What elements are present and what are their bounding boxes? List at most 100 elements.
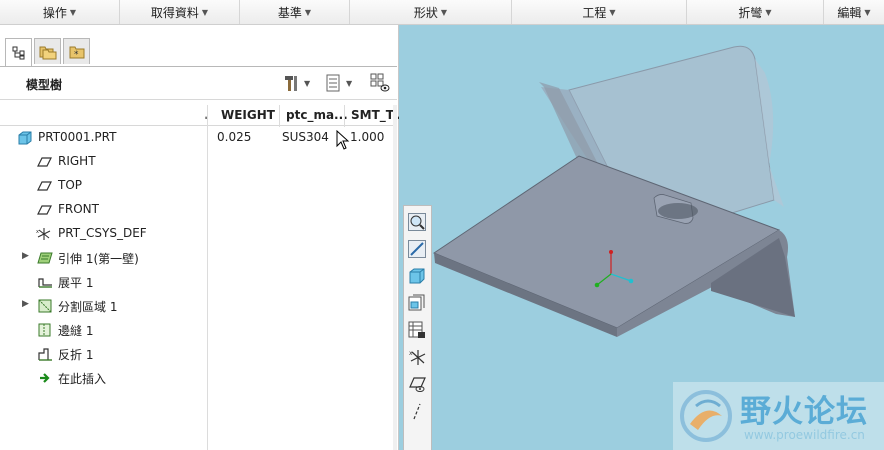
menu-datum[interactable]: 基準 ▼ [240, 0, 350, 24]
tree-item-top[interactable]: TOP [0, 174, 397, 198]
datum-display-icon: x [409, 349, 425, 365]
view-toolbar: x [403, 205, 432, 450]
menu-label: 取得資料 [150, 5, 199, 20]
svg-text:x: x [409, 350, 413, 357]
refit-icon [409, 268, 424, 283]
plane-display-button[interactable] [405, 372, 428, 395]
split-area-icon [38, 299, 52, 313]
tree-item-unbend[interactable]: 展平 1 [0, 270, 397, 294]
chevron-down-icon: ▼ [304, 78, 311, 88]
column-divider [279, 105, 280, 127]
tab-folder-browser[interactable] [34, 38, 61, 64]
column-header-thickness[interactable]: SMT_T... [351, 108, 406, 122]
folder-browser-icon [39, 46, 56, 59]
show-dropdown[interactable]: ▼ [326, 72, 352, 94]
zoom-icon [407, 212, 426, 231]
chevron-down-icon: ▼ [69, 7, 77, 17]
column-header-row: . WEIGHT ptc_ma... SMT_T... [0, 105, 406, 126]
column-header-weight[interactable]: WEIGHT [221, 108, 275, 122]
part-icon [18, 131, 32, 145]
menu-bar: 操作 ▼ 取得資料 ▼ 基準 ▼ 形狀 ▼ 工程 ▼ 折彎 ▼ 編輯 ▼ [0, 0, 884, 25]
forum-watermark: 野火论坛 www.proewildfire.cn [673, 382, 884, 450]
menu-label: 工程 [582, 5, 607, 20]
chevron-down-icon: ▼ [864, 7, 871, 17]
tree-item-extrude[interactable]: ▶ 引伸 1(第一壁) [0, 246, 397, 270]
chevron-down-icon: ▼ [201, 7, 209, 17]
watermark-title: 野火论坛 [740, 394, 868, 430]
tree-header: 模型樹 ▼ ▼ [0, 67, 397, 100]
list-view-icon [326, 74, 340, 92]
datum-plane-icon [37, 157, 52, 167]
cell-material: SUS304 [282, 130, 329, 144]
tree-item-bend-back[interactable]: 反折 1 [0, 342, 397, 366]
navigator-tabs: * [5, 38, 92, 67]
tree-item-edge-rip[interactable]: 邊縫 1 [0, 318, 397, 342]
datum-plane-icon [37, 181, 52, 191]
csys-icon: x [36, 228, 51, 240]
menu-get-data[interactable]: 取得資料 ▼ [120, 0, 240, 24]
chevron-down-icon: ▼ [609, 7, 616, 17]
menu-shapes[interactable]: 形狀 ▼ [350, 0, 512, 24]
chevron-down-icon: ▼ [304, 7, 312, 17]
tree-item-label: FRONT [58, 202, 99, 216]
column-header-material[interactable]: ptc_ma... [286, 108, 348, 122]
extrude-wall-icon [37, 252, 53, 264]
column-filter-button[interactable] [370, 72, 390, 94]
menu-engineering[interactable]: 工程 ▼ [512, 0, 687, 24]
watermark-logo [680, 390, 732, 442]
tree-item-label: PRT0001.PRT [38, 130, 117, 144]
axis-display-icon [412, 403, 421, 419]
tree-item-label: 邊縫 1 [58, 324, 94, 338]
cell-weight: 0.025 [217, 130, 252, 144]
zoom-button[interactable] [405, 210, 428, 233]
refit-button[interactable] [405, 264, 428, 287]
tree-item-csys[interactable]: x PRT_CSYS_DEF [0, 222, 397, 246]
unbend-icon [38, 278, 52, 288]
tree-item-right[interactable]: RIGHT [0, 150, 397, 174]
menu-label: 折彎 [738, 5, 763, 20]
plane-display-icon [408, 376, 426, 392]
chevron-down-icon: ▼ [765, 7, 772, 17]
settings-dropdown[interactable]: ▼ [283, 72, 310, 94]
graphics-viewport[interactable]: x 野火论坛 www.proewildfire.cn [399, 25, 884, 450]
zoom-area-button[interactable] [405, 237, 428, 260]
saved-views-button[interactable] [405, 291, 428, 314]
menu-operations[interactable]: 操作 ▼ [0, 0, 120, 24]
model-tree-icon [12, 46, 24, 60]
tools-icon [285, 76, 297, 91]
chevron-down-icon: ▼ [440, 7, 448, 17]
datum-plane-icon [37, 205, 52, 215]
display-style-button[interactable] [405, 318, 428, 341]
menu-bend[interactable]: 折彎 ▼ [687, 0, 824, 24]
insert-here-icon [40, 373, 50, 383]
expand-arrow-icon[interactable]: ▶ [22, 299, 29, 309]
display-style-icon [408, 321, 425, 338]
tree-item-insert-here[interactable]: 在此插入 [0, 366, 397, 390]
tree-item-label: PRT_CSYS_DEF [58, 226, 147, 240]
tab-favorites[interactable]: * [63, 38, 90, 64]
tree-scrollbar[interactable] [393, 105, 397, 450]
bend-back-icon [38, 348, 52, 361]
tree-item-label: RIGHT [58, 154, 96, 168]
menu-label: 基準 [277, 5, 302, 20]
tree-item-label: 引伸 1(第一壁) [58, 252, 139, 266]
chevron-down-icon: ▼ [346, 78, 353, 88]
axis-display-button[interactable] [405, 399, 428, 422]
saved-views-icon [408, 294, 424, 310]
tree-row-root[interactable]: PRT0001.PRT 0.025 SUS304 1.000 [0, 126, 397, 150]
datum-display-button[interactable]: x [405, 345, 428, 368]
filter-columns-icon [370, 73, 390, 92]
tree-item-label: 展平 1 [58, 276, 94, 290]
edge-rip-icon [38, 323, 51, 337]
tree-item-label: 分割區域 1 [58, 300, 118, 314]
tree-item-front[interactable]: FRONT [0, 198, 397, 222]
column-divider [344, 105, 345, 127]
mouse-cursor-icon [336, 130, 350, 150]
expand-arrow-icon[interactable]: ▶ [22, 251, 29, 261]
menu-edit[interactable]: 編輯 ▼ [824, 0, 884, 24]
tree-item-label: 在此插入 [58, 372, 107, 386]
tree-item-split-area[interactable]: ▶ 分割區域 1 [0, 294, 397, 318]
tab-model-tree[interactable] [5, 38, 32, 67]
panel-title: 模型樹 [26, 78, 63, 92]
menu-label: 操作 [42, 5, 67, 20]
